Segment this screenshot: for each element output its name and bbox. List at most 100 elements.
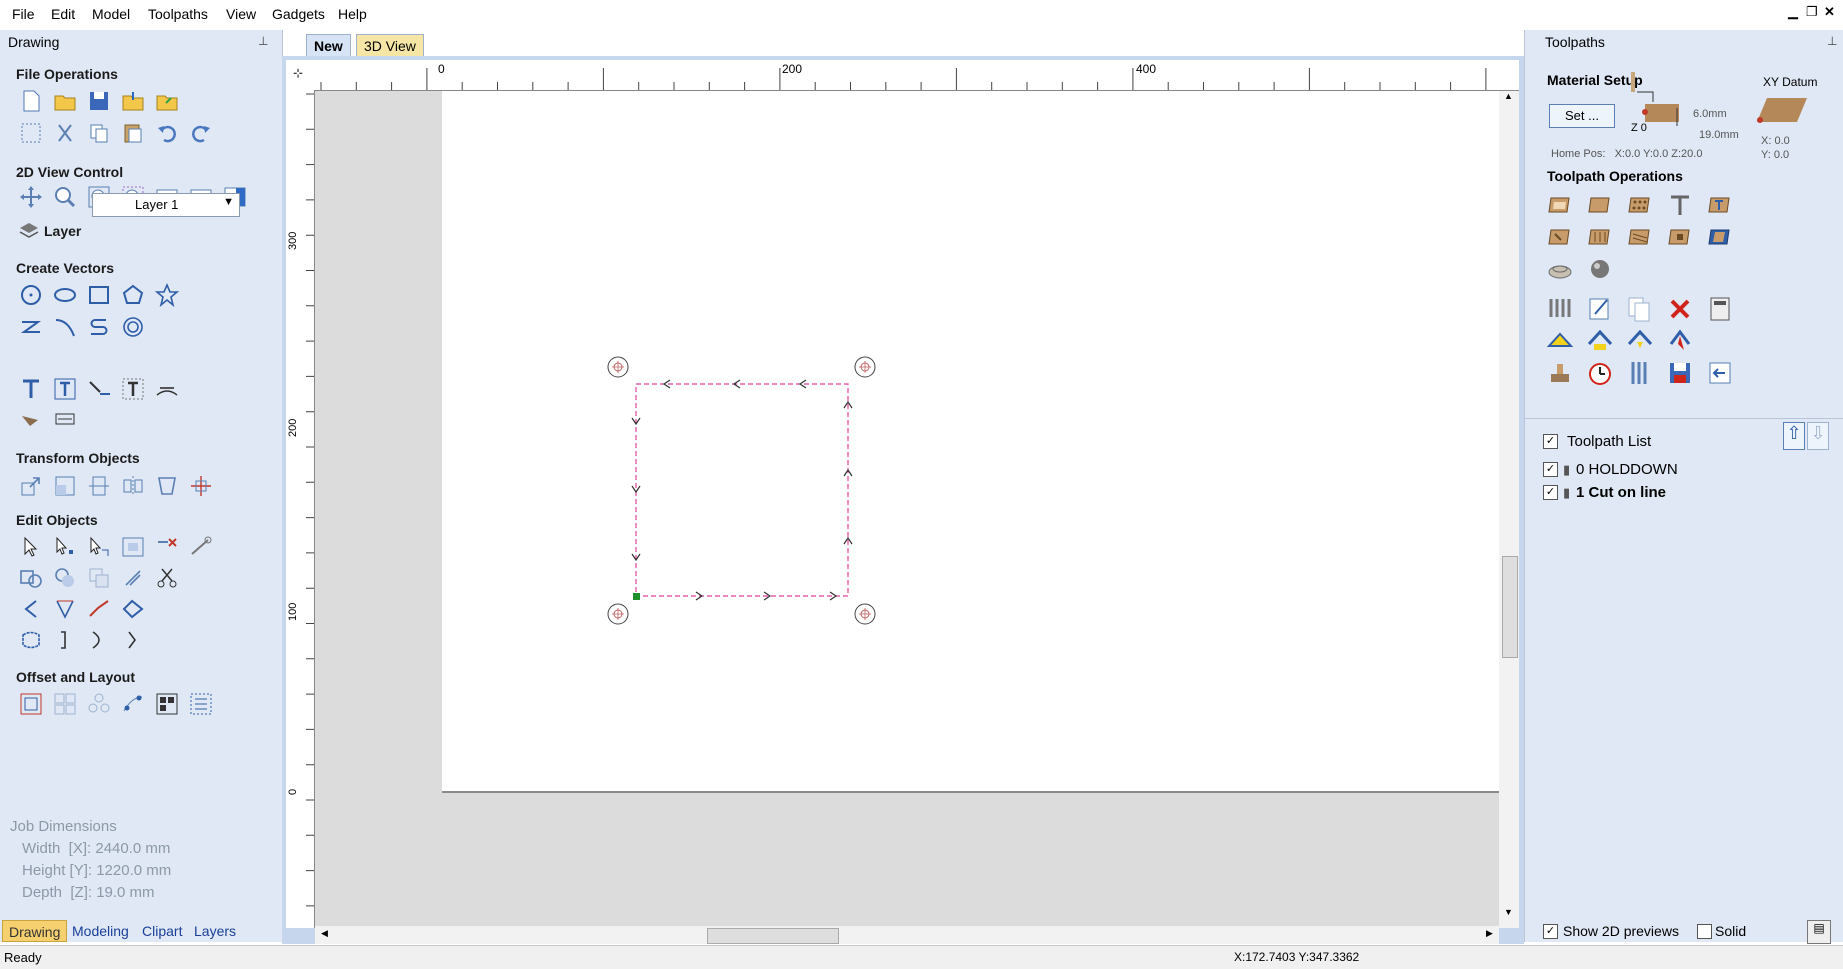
- new-file-icon[interactable]: [18, 88, 44, 114]
- xy-datum-icon[interactable]: [1757, 92, 1809, 126]
- text-on-curve-icon[interactable]: [86, 376, 112, 402]
- moulding-toolpath-icon[interactable]: [1665, 222, 1695, 252]
- scroll-up-icon[interactable]: ▲: [1504, 91, 1513, 101]
- mirror-icon[interactable]: [120, 473, 146, 499]
- measure-icon[interactable]: [188, 534, 214, 560]
- toolpath-checkbox[interactable]: ✓: [1543, 462, 1558, 477]
- node-edit-icon[interactable]: [52, 534, 78, 560]
- fluting-toolpath-icon[interactable]: [1585, 222, 1615, 252]
- square-vector[interactable]: [635, 383, 849, 597]
- start-node[interactable]: [633, 593, 640, 600]
- tab-modeling[interactable]: Modeling: [66, 920, 135, 942]
- auto-text-icon[interactable]: [52, 376, 78, 402]
- polyline-icon[interactable]: [18, 314, 44, 340]
- fillet-icon[interactable]: [120, 565, 146, 591]
- draw-dimensions-icon[interactable]: [18, 406, 44, 432]
- prism-toolpath-icon[interactable]: [1625, 222, 1655, 252]
- weld-icon[interactable]: [18, 565, 44, 591]
- scroll-down-icon[interactable]: ▼: [1504, 907, 1513, 917]
- holddown-icon[interactable]: [607, 603, 629, 625]
- rectangle-icon[interactable]: [86, 282, 112, 308]
- ellipse-icon[interactable]: [52, 282, 78, 308]
- toolpath-list-checkbox[interactable]: ✓: [1543, 434, 1558, 449]
- menu-view[interactable]: View: [226, 6, 256, 22]
- show-2d-previews-checkbox[interactable]: ✓: [1543, 924, 1558, 939]
- distort-icon[interactable]: [154, 473, 180, 499]
- circle-icon[interactable]: [18, 282, 44, 308]
- smooth-icon[interactable]: [120, 596, 146, 622]
- profile-toolpath-icon[interactable]: [1545, 190, 1575, 220]
- horizontal-scrollbar[interactable]: ◀ ▶: [315, 926, 1499, 944]
- tab-clipart[interactable]: Clipart: [136, 920, 188, 942]
- ruler-corner[interactable]: ⊹: [286, 60, 315, 91]
- minimize-icon[interactable]: ▁: [1788, 4, 1798, 20]
- circular-copy-icon[interactable]: [86, 691, 112, 717]
- import-folder-icon[interactable]: [120, 88, 146, 114]
- toolpath-list-item[interactable]: ✓ ▮ 0 HOLDDOWN: [1543, 460, 1823, 482]
- tab-drawing[interactable]: Drawing: [2, 920, 68, 942]
- save-toolpath-icon[interactable]: [1665, 358, 1695, 388]
- manual-tool-icon[interactable]: [1545, 358, 1575, 388]
- restore-icon[interactable]: ❐: [1806, 4, 1818, 20]
- menu-help[interactable]: Help: [338, 6, 367, 22]
- time-estimate-icon[interactable]: [1585, 358, 1615, 388]
- scissors-icon[interactable]: [154, 565, 180, 591]
- text-fit-icon[interactable]: [120, 376, 146, 402]
- holddown-icon[interactable]: [607, 356, 629, 378]
- vertical-scroll-thumb[interactable]: [1502, 556, 1518, 658]
- calculator-icon[interactable]: ▤: [1807, 920, 1831, 944]
- array-copy-icon[interactable]: [52, 691, 78, 717]
- tab-3d-view[interactable]: 3D View: [356, 34, 424, 56]
- select-all-icon[interactable]: [18, 120, 44, 146]
- toolpath-checkbox[interactable]: ✓: [1543, 485, 1558, 500]
- material-set-button[interactable]: Set ...: [1549, 104, 1615, 128]
- save-icon[interactable]: [86, 88, 112, 114]
- bracket-icon[interactable]: [52, 627, 78, 653]
- holddown-icon[interactable]: [854, 356, 876, 378]
- cut-icon[interactable]: [52, 120, 78, 146]
- close-vector-icon[interactable]: [18, 627, 44, 653]
- chamfer-icon[interactable]: [18, 596, 44, 622]
- paste-icon[interactable]: [120, 120, 146, 146]
- vertical-scrollbar[interactable]: ▲ ▼: [1499, 91, 1519, 928]
- star-icon[interactable]: [154, 282, 180, 308]
- tool-database-icon[interactable]: [1545, 294, 1575, 324]
- pocket-toolpath-icon[interactable]: [1585, 190, 1615, 220]
- text-icon[interactable]: [18, 376, 44, 402]
- calculator-icon[interactable]: [1705, 294, 1735, 324]
- menu-edit[interactable]: Edit: [51, 6, 75, 22]
- dimension-icon[interactable]: [52, 406, 78, 432]
- close-icon[interactable]: ✕: [1824, 4, 1835, 20]
- join-icon[interactable]: [86, 596, 112, 622]
- toolpath-list-item[interactable]: ✓ ▮ 1 Cut on line: [1543, 483, 1823, 505]
- open-folder-icon[interactable]: [52, 88, 78, 114]
- menu-file[interactable]: File: [12, 6, 35, 22]
- interactive-trim-icon[interactable]: [120, 534, 146, 560]
- engrave-toolpath-icon[interactable]: [1705, 190, 1735, 220]
- menu-gadgets[interactable]: Gadgets: [272, 6, 325, 22]
- chamfer-toolpath-icon[interactable]: [1545, 222, 1575, 252]
- pin-icon[interactable]: ⊥: [1827, 34, 1837, 48]
- trim-delete-icon[interactable]: [154, 534, 180, 560]
- tab-layers[interactable]: Layers: [188, 920, 242, 942]
- toolpath-drawing[interactable]: [600, 350, 900, 635]
- move-icon[interactable]: [18, 473, 44, 499]
- texture-toolpath-icon[interactable]: [1545, 254, 1575, 284]
- scroll-right-icon[interactable]: ▶: [1486, 928, 1493, 939]
- polygon-icon[interactable]: [120, 282, 146, 308]
- vcarve-toolpath-icon[interactable]: [1665, 190, 1695, 220]
- drilling-toolpath-icon[interactable]: [1625, 190, 1655, 220]
- undo-icon[interactable]: [154, 120, 180, 146]
- reset-preview-icon[interactable]: [1625, 326, 1655, 356]
- extend-icon[interactable]: [52, 596, 78, 622]
- menu-toolpaths[interactable]: Toolpaths: [148, 6, 208, 22]
- export-toolpath-icon[interactable]: [1705, 358, 1735, 388]
- offset-icon[interactable]: [18, 691, 44, 717]
- pan-icon[interactable]: [18, 184, 44, 210]
- export-folder-icon[interactable]: [154, 88, 180, 114]
- inlay-toolpath-icon[interactable]: [1705, 222, 1735, 252]
- move-up-icon[interactable]: ⇧: [1783, 422, 1805, 450]
- scale-icon[interactable]: [52, 473, 78, 499]
- zoom-icon[interactable]: [52, 184, 78, 210]
- scroll-left-icon[interactable]: ◀: [321, 928, 328, 939]
